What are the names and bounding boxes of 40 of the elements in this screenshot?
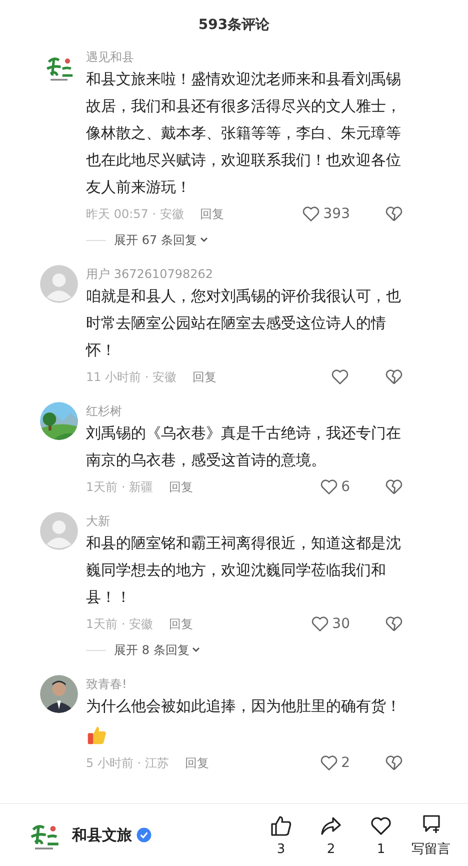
reply-button[interactable]: 回复 xyxy=(200,206,224,222)
heart-icon xyxy=(319,477,340,497)
heart-action-button[interactable]: 1 xyxy=(356,814,406,856)
broken-heart-icon[interactable] xyxy=(384,753,404,773)
like-action-button[interactable]: 3 xyxy=(256,814,306,856)
account-name[interactable]: 和县文旅 xyxy=(72,826,132,844)
comment-text: 刘禹锡的《乌衣巷》真是千古绝诗，我还专门在南京的乌衣巷，感受这首诗的意境。 xyxy=(86,423,402,471)
comment-text: 为什么他会被如此追捧，因为他肚里的确有货！ xyxy=(86,696,402,717)
comment-time: 昨天 00:57 · 安徽 xyxy=(86,206,184,222)
heart-icon xyxy=(310,614,330,634)
reply-button[interactable]: 回复 xyxy=(192,368,217,386)
comment-action-button[interactable]: 写留言 xyxy=(406,812,456,858)
reply-button[interactable]: 回复 xyxy=(169,478,194,496)
comment-time: 1天前 · 安徽 xyxy=(86,616,154,632)
like-button[interactable]: 6 xyxy=(319,477,350,497)
comment-time: 11 小时前 · 安徽 xyxy=(86,368,177,386)
like-button[interactable]: 30 xyxy=(310,614,350,634)
like-button[interactable]: 2 xyxy=(319,753,350,773)
comments-title: 593条评论 xyxy=(198,16,270,34)
expand-replies-button[interactable]: 展开 8 条回复 xyxy=(114,642,202,658)
heart-icon xyxy=(330,367,350,387)
broken-heart-icon[interactable] xyxy=(384,204,404,224)
like-button[interactable]: 393 xyxy=(301,204,350,224)
thumbs-up-icon xyxy=(269,814,293,838)
reply-button[interactable]: 回复 xyxy=(184,754,209,772)
like-button[interactable] xyxy=(330,367,350,387)
broken-heart-icon[interactable] xyxy=(384,367,404,387)
user-avatar[interactable] xyxy=(40,675,78,713)
comment-text: 和县文旅来啦！盛情欢迎沈老师来和县看刘禹锡故居，我们和县还有很多活得尽兴的文人雅士，像林散之、戴本孝、张籍等等，李白、朱元璋等也在此地尽兴赋诗，欢迎联系我们！也欢迎各位友人前来游玩！ xyxy=(86,69,402,198)
share-action-button[interactable]: 2 xyxy=(306,814,356,856)
comment-text: 和县的陋室铭和霸王祠离得很近，知道这都是沈巍同学想去的地方，欢迎沈巍同学莅临我们和县！！ xyxy=(86,533,402,608)
comment-time: 1天前 · 新疆 xyxy=(86,478,154,496)
heart-icon xyxy=(319,753,340,773)
broken-heart-icon[interactable] xyxy=(384,614,404,634)
comment-time: 5 小时前 · 江苏 xyxy=(86,754,169,772)
comment-text: 咱就是和县人，您对刘禹锡的评价我很认可，也时常去陋室公园站在陋室去感受这位诗人的情怀！ xyxy=(86,286,402,361)
expand-replies-button[interactable]: 展开 67 条回复 xyxy=(114,232,209,248)
heart-icon xyxy=(301,204,322,224)
reply-button[interactable]: 回复 xyxy=(169,616,194,632)
broken-heart-icon[interactable] xyxy=(384,477,404,497)
